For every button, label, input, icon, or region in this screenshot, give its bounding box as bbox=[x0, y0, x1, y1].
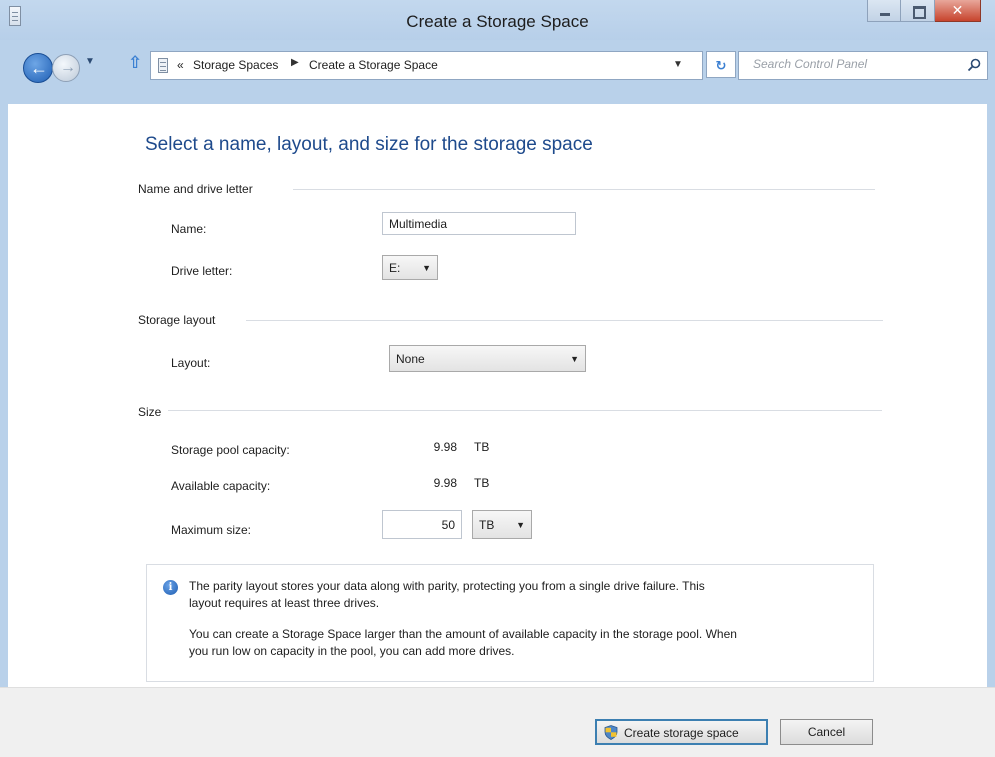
storage-pool-capacity-unit: TB bbox=[474, 440, 490, 454]
section-storage-layout: Storage layout bbox=[138, 313, 216, 327]
available-capacity-value: 9.98 bbox=[433, 476, 457, 490]
forward-arrow-icon: → bbox=[60, 59, 76, 76]
storage-pool-capacity-label: Storage pool capacity: bbox=[171, 443, 290, 457]
navigation-bar: ← → ▼ ⇧ « Storage Spaces ▶ Create a Stor… bbox=[0, 40, 995, 104]
maximize-button[interactable] bbox=[901, 0, 935, 22]
breadcrumb-storage-spaces[interactable]: Storage Spaces bbox=[193, 58, 278, 72]
forward-button[interactable]: → bbox=[52, 54, 80, 82]
maximum-size-unit-value: TB bbox=[479, 517, 495, 532]
name-label: Name: bbox=[171, 222, 207, 236]
chevron-down-icon: ▼ bbox=[422, 262, 431, 273]
chevron-down-icon: ▼ bbox=[516, 519, 525, 530]
maximum-size-label: Maximum size: bbox=[171, 523, 252, 537]
info-text-line-3: You can create a Storage Space larger th… bbox=[189, 627, 737, 641]
info-text-line-4: you run low on capacity in the pool, you… bbox=[189, 644, 515, 658]
section-divider bbox=[168, 410, 882, 411]
info-icon: i bbox=[163, 580, 178, 595]
address-bar[interactable]: « Storage Spaces ▶ Create a Storage Spac… bbox=[150, 51, 703, 80]
info-text-line-2: layout requires at least three drives. bbox=[189, 596, 380, 610]
back-button[interactable]: ← bbox=[23, 53, 53, 83]
section-name-drive-letter: Name and drive letter bbox=[138, 182, 253, 196]
create-storage-space-button[interactable]: Create storage space bbox=[595, 719, 768, 745]
control-panel-icon bbox=[158, 58, 168, 73]
refresh-button[interactable]: ↻ bbox=[706, 51, 736, 78]
recent-pages-button[interactable]: ▼ bbox=[85, 56, 95, 67]
uac-shield-icon bbox=[604, 725, 618, 740]
section-size: Size bbox=[138, 405, 162, 419]
refresh-icon: ↻ bbox=[715, 58, 727, 73]
drive-letter-label: Drive letter: bbox=[171, 264, 233, 278]
storage-pool-capacity-value: 9.98 bbox=[433, 440, 457, 454]
close-icon: ✕ bbox=[951, 2, 964, 18]
name-input[interactable] bbox=[382, 212, 576, 235]
cancel-label: Cancel bbox=[807, 725, 846, 739]
drive-letter-select[interactable]: E: ▼ bbox=[382, 255, 438, 280]
page-title: Select a name, layout, and size for the … bbox=[145, 134, 593, 155]
parity-info-box: i The parity layout stores your data alo… bbox=[146, 564, 874, 682]
address-dropdown-icon[interactable]: ▼ bbox=[673, 59, 683, 70]
caption-buttons: ✕ bbox=[867, 0, 981, 24]
chevron-down-icon: ▼ bbox=[570, 353, 579, 364]
layout-select[interactable]: None ▼ bbox=[389, 345, 586, 372]
maximum-size-input[interactable] bbox=[382, 510, 462, 539]
window-title: Create a Storage Space bbox=[406, 12, 589, 31]
available-capacity-label: Available capacity: bbox=[171, 479, 271, 493]
create-storage-space-label: Create storage space bbox=[624, 726, 739, 740]
breadcrumb-create-storage-space[interactable]: Create a Storage Space bbox=[309, 58, 438, 72]
available-capacity-unit: TB bbox=[474, 476, 490, 490]
drive-letter-value: E: bbox=[389, 260, 401, 275]
section-divider bbox=[246, 320, 883, 321]
layout-value: None bbox=[396, 351, 425, 366]
search-input[interactable] bbox=[753, 57, 953, 71]
title-bar: Create a Storage Space ✕ bbox=[0, 0, 995, 40]
info-text-line-1: The parity layout stores your data along… bbox=[189, 579, 705, 593]
minimize-button[interactable] bbox=[867, 0, 901, 22]
back-arrow-icon: ← bbox=[30, 58, 48, 78]
maximum-size-unit-select[interactable]: TB ▼ bbox=[472, 510, 532, 539]
layout-label: Layout: bbox=[171, 356, 211, 370]
up-button[interactable]: ⇧ bbox=[128, 53, 142, 73]
search-box[interactable] bbox=[738, 51, 988, 80]
search-icon[interactable] bbox=[967, 58, 981, 72]
dialog-footer: Create storage space Cancel bbox=[0, 687, 995, 757]
breadcrumb-overflow[interactable]: « bbox=[177, 58, 184, 72]
up-arrow-icon: ⇧ bbox=[128, 53, 143, 72]
content-area: Select a name, layout, and size for the … bbox=[8, 104, 987, 687]
create-storage-space-window: Create a Storage Space ✕ ← → ▼ ⇧ « Stora… bbox=[0, 0, 995, 757]
cancel-button[interactable]: Cancel bbox=[780, 719, 873, 745]
close-button[interactable]: ✕ bbox=[935, 0, 981, 22]
breadcrumb-separator-icon[interactable]: ▶ bbox=[291, 57, 299, 68]
section-divider bbox=[293, 189, 875, 190]
